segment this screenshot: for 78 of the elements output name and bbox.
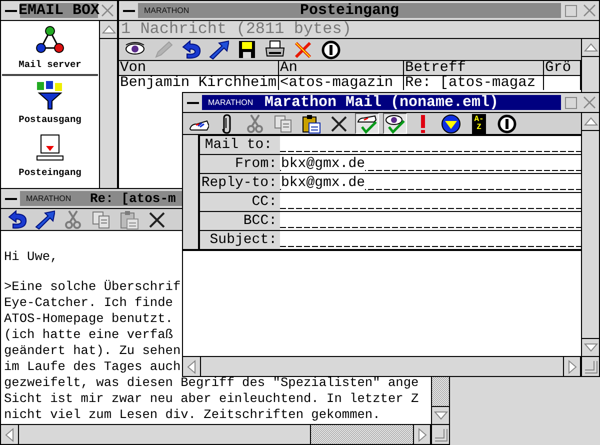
scroll-right-button[interactable]: [413, 425, 431, 444]
folder-label[interactable]: Mail server: [16, 59, 84, 70]
input-field[interactable]: bkx@gmx.de: [280, 174, 581, 192]
window-title: Posteingang: [300, 2, 400, 18]
priority-button[interactable]: [439, 113, 463, 134]
text-line: (ich hatte eine verfaß: [4, 328, 173, 342]
minus-icon: [4, 8, 16, 12]
title-bar[interactable]: MARATHON Posteingang: [138, 3, 561, 18]
input-field[interactable]: bkx@gmx.de: [280, 155, 581, 173]
resize-handle[interactable]: [431, 425, 449, 444]
input-field[interactable]: [280, 231, 581, 249]
app-name-label: MARATHON: [26, 194, 72, 203]
copy-icon: [91, 210, 111, 230]
arrow-icon: [35, 210, 55, 230]
scroll-right-button[interactable]: [563, 357, 581, 376]
column-header[interactable]: Grö: [544, 61, 581, 76]
minus-icon: [186, 100, 198, 104]
up-arrow-icon: [102, 24, 116, 35]
left-arrow-icon: [4, 428, 15, 442]
arrow-icon: [209, 40, 229, 60]
cross-icon: [293, 40, 313, 60]
title-bar[interactable]: MARATHON Re: [atos-m: [20, 191, 182, 206]
forward-button[interactable]: [33, 209, 57, 230]
square-icon: [564, 4, 576, 16]
up-arrow-icon: [584, 116, 598, 127]
input-field[interactable]: [280, 212, 581, 230]
column-header[interactable]: Von: [119, 61, 279, 76]
square-icon: [564, 96, 576, 108]
column-header[interactable]: An: [279, 61, 404, 76]
copy-icon: [273, 114, 293, 134]
title-bar[interactable]: MARATHON Marathon Mail (noname.eml): [202, 95, 561, 110]
scissors-icon: [63, 210, 83, 230]
app-name-label: MARATHON: [208, 98, 254, 107]
window-title: Re: [atos-m: [90, 190, 176, 206]
up-arrow-icon: [584, 42, 598, 53]
resize-icon: [434, 428, 448, 442]
down-arrow-icon: [584, 342, 598, 353]
text-line: Hi Uwe,: [4, 250, 58, 264]
window-title: Marathon Mail (noname.eml): [264, 94, 499, 110]
cross-icon: [147, 210, 167, 230]
send-check-toggle[interactable]: [355, 113, 379, 134]
right-arrow-icon: [566, 360, 578, 374]
resize-handle[interactable]: [581, 357, 599, 376]
folder-label[interactable]: Posteingang: [16, 167, 84, 178]
scissors-icon: [245, 114, 265, 134]
text-line: geändert hat). Zu sehen: [4, 344, 181, 358]
text-line: im Laufe des Tages auch: [4, 360, 181, 374]
text-line: nicht viel zum Lesen div. Zeitschriften gekommen.: [4, 408, 380, 422]
input-field[interactable]: [280, 136, 581, 154]
text-line: Sicht ist mir zwar neu aber einleuchtend. In letzter Z: [4, 392, 419, 406]
minus-icon: [122, 8, 134, 12]
close-icon: [101, 4, 114, 17]
input-field[interactable]: [280, 193, 581, 211]
exclamation-icon: [421, 114, 425, 132]
app-name-label: MARATHON: [144, 6, 190, 15]
scrollbar-thumb[interactable]: [19, 425, 311, 444]
clipboard-icon: [119, 210, 139, 230]
close-icon: [583, 4, 596, 17]
text-line: ATOS-Homepage benutzt.: [4, 312, 173, 326]
cross-icon: [329, 114, 349, 134]
info-button[interactable]: [495, 113, 519, 134]
text-line: >Eine solche Überschrif: [4, 280, 181, 294]
left-arrow-icon: [186, 360, 197, 374]
read-receipt-toggle[interactable]: [383, 113, 407, 134]
text-line: gezweifelt, was diesen Begriff des "Spezialisten" ange: [4, 376, 419, 390]
down-arrow-icon: [434, 410, 448, 421]
text-line: Eye-Catcher. Ich finde: [4, 296, 173, 310]
message-body-field[interactable]: [183, 249, 581, 356]
forward-button[interactable]: [207, 39, 231, 60]
info-button[interactable]: [319, 39, 343, 60]
minus-icon: [4, 196, 16, 200]
curved-arrow-icon: [7, 210, 27, 230]
resize-icon: [584, 360, 598, 374]
curved-arrow-icon: [181, 40, 201, 60]
close-icon: [583, 96, 596, 109]
network-icon: [34, 26, 66, 56]
right-arrow-icon: [416, 428, 428, 442]
folder-label[interactable]: Postausgang: [16, 114, 84, 125]
